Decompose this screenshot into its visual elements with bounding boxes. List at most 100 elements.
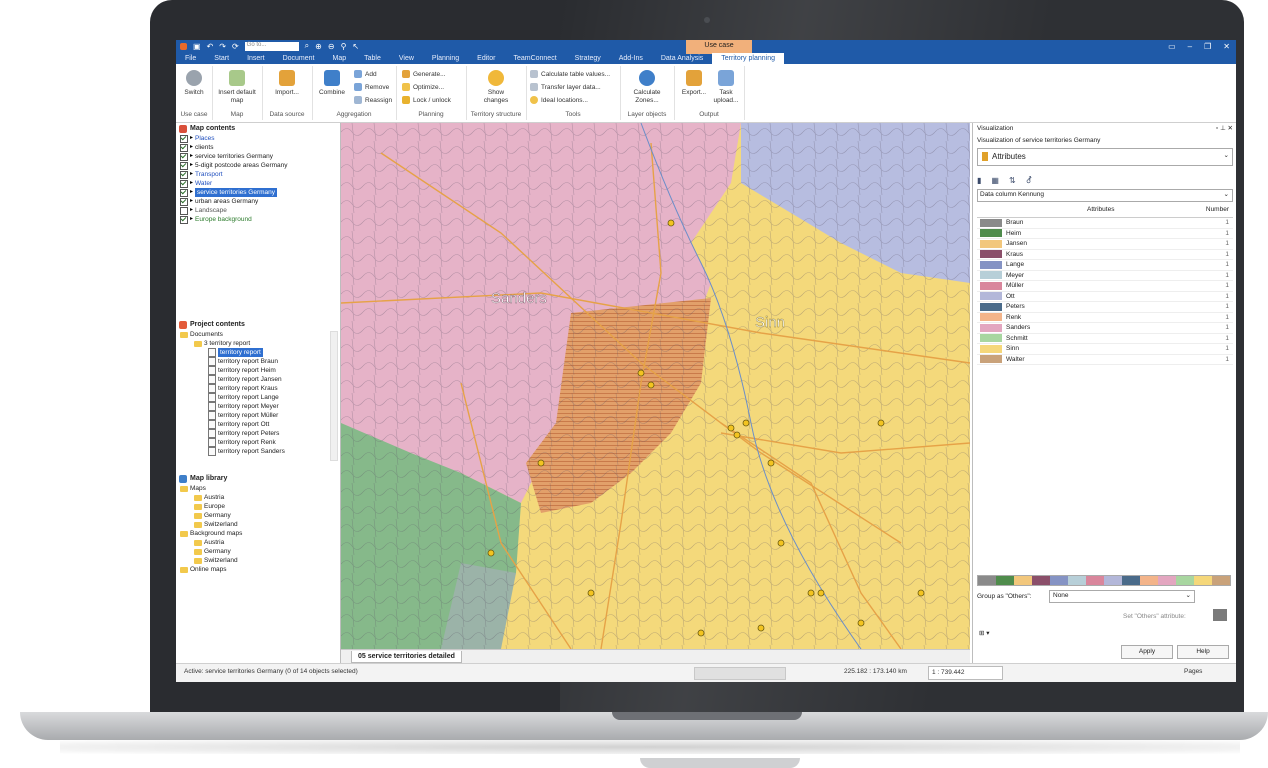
layer-checkbox[interactable] xyxy=(180,170,188,179)
library-tree-item[interactable]: Austria xyxy=(176,493,340,502)
expand-arrow-icon[interactable]: ▸ xyxy=(190,179,193,188)
legend-swatch[interactable] xyxy=(980,344,1002,353)
refresh-icon[interactable]: ⟳ xyxy=(232,42,239,51)
table-icon[interactable]: ▦ xyxy=(991,176,999,185)
tab-file[interactable]: File xyxy=(176,53,205,64)
project-tree-item[interactable]: territory report Peters xyxy=(176,429,340,438)
restore-icon[interactable]: ▭ xyxy=(1168,42,1176,51)
library-tree-item[interactable]: Online maps xyxy=(176,565,340,574)
legend-row[interactable]: Meyer 1 xyxy=(977,271,1233,281)
remove-button[interactable]: Remove xyxy=(354,83,389,91)
legend-swatch[interactable] xyxy=(980,239,1002,248)
tab-document[interactable]: Document xyxy=(274,53,324,64)
goto-input[interactable]: Go to... xyxy=(244,41,299,51)
project-tree-item[interactable]: territory report Meyer xyxy=(176,402,340,411)
layer-checkbox[interactable] xyxy=(180,152,188,161)
project-tree-item[interactable]: territory report Müller xyxy=(176,411,340,420)
layer-item[interactable]: ▸ urban areas Germany xyxy=(176,197,340,206)
legend-row[interactable]: Peters 1 xyxy=(977,302,1233,313)
zoom-out-icon[interactable]: ⊖ xyxy=(328,42,335,51)
layer-checkbox[interactable] xyxy=(180,197,188,206)
project-tree-item[interactable]: territory report Renk xyxy=(176,438,340,447)
legend-swatch[interactable] xyxy=(980,229,1002,238)
legend-swatch[interactable] xyxy=(980,355,1002,364)
tab-start[interactable]: Start xyxy=(205,53,238,64)
gender-icon[interactable]: ⚦ xyxy=(1026,176,1033,185)
status-pages[interactable]: Pages xyxy=(1184,668,1202,675)
tab-teamconnect[interactable]: TeamConnect xyxy=(504,53,565,64)
ideal-locations-button[interactable]: Ideal locations... xyxy=(530,96,588,104)
save-icon[interactable]: ▣ xyxy=(193,42,201,51)
bars-icon[interactable]: ▮ xyxy=(977,176,981,185)
calculate-zones-button[interactable]: Calculate Zones... xyxy=(627,68,667,105)
transfer-layer-data-button[interactable]: Transfer layer data... xyxy=(530,83,601,91)
expand-arrow-icon[interactable]: ▸ xyxy=(190,206,193,215)
legend-row[interactable]: Lange 1 xyxy=(977,260,1233,271)
layer-checkbox[interactable] xyxy=(180,188,188,197)
panel-close-icon[interactable]: ▫ ⊥ ✕ xyxy=(1216,123,1233,135)
legend-row[interactable]: Kraus 1 xyxy=(977,250,1233,260)
legend-row[interactable]: Braun 1 xyxy=(977,218,1233,229)
reassign-button[interactable]: Reassign xyxy=(354,96,392,104)
project-tree-item[interactable]: Documents xyxy=(176,330,340,339)
project-tree-item[interactable]: territory report Sanders xyxy=(176,447,340,456)
project-tree-item[interactable]: territory report Heim xyxy=(176,366,340,375)
undo-icon[interactable]: ↶ xyxy=(207,42,214,51)
tab-strategy[interactable]: Strategy xyxy=(566,53,610,64)
layer-checkbox[interactable] xyxy=(180,134,188,143)
apply-button[interactable]: Apply xyxy=(1121,645,1173,659)
map-canvas[interactable]: Sanders Sinn xyxy=(341,123,970,649)
close-icon[interactable]: ✕ xyxy=(1223,42,1230,51)
legend-row[interactable]: Renk 1 xyxy=(977,313,1233,323)
legend-swatch[interactable] xyxy=(980,313,1002,322)
project-tree-item[interactable]: 3 territory report xyxy=(176,339,340,348)
tab-table[interactable]: Table xyxy=(355,53,390,64)
library-tree-item[interactable]: Maps xyxy=(176,484,340,493)
legend-row[interactable]: Jansen 1 xyxy=(977,239,1233,250)
layer-item[interactable]: ▸ service territories Germany xyxy=(176,188,340,197)
library-tree-item[interactable]: Switzerland xyxy=(176,520,340,529)
tab-data-analysis[interactable]: Data Analysis xyxy=(652,53,712,64)
project-scrollbar[interactable] xyxy=(330,331,338,461)
layer-checkbox[interactable] xyxy=(180,206,188,215)
layer-item[interactable]: ▸ Europe background xyxy=(176,215,340,224)
legend-row[interactable]: Müller 1 xyxy=(977,281,1233,292)
project-tree-item[interactable]: territory report Ott xyxy=(176,420,340,429)
pin-icon[interactable]: ⚲ xyxy=(341,42,347,51)
color-palette-select[interactable] xyxy=(977,575,1231,586)
minimize-icon[interactable]: – xyxy=(1188,42,1192,51)
layer-item[interactable]: ▸ Places xyxy=(176,134,340,143)
redo-icon[interactable]: ↷ xyxy=(219,42,226,51)
library-tree-item[interactable]: Europe xyxy=(176,502,340,511)
expand-arrow-icon[interactable]: ▸ xyxy=(190,188,193,197)
maximize-icon[interactable]: ❐ xyxy=(1204,42,1211,51)
expand-arrow-icon[interactable]: ▸ xyxy=(190,161,193,170)
legend-row[interactable]: Schmitt 1 xyxy=(977,334,1233,344)
territory-map[interactable]: Sanders Sinn xyxy=(341,123,970,649)
library-tree-item[interactable]: Germany xyxy=(176,547,340,556)
layer-item[interactable]: ▸ Water xyxy=(176,179,340,188)
legend-swatch[interactable] xyxy=(980,271,1002,280)
project-tree-item[interactable]: territory report Braun xyxy=(176,357,340,366)
library-tree-item[interactable]: Switzerland xyxy=(176,556,340,565)
legend-options-icon[interactable]: ⊞ ▾ xyxy=(979,629,990,637)
legend-swatch[interactable] xyxy=(980,334,1002,343)
generate-button[interactable]: Generate... xyxy=(402,70,446,78)
project-tree-item[interactable]: territory report Lange xyxy=(176,393,340,402)
tab-editor[interactable]: Editor xyxy=(468,53,504,64)
legend-swatch[interactable] xyxy=(980,292,1002,301)
tab-planning[interactable]: Planning xyxy=(423,53,468,64)
zoom-in-icon[interactable]: ⊕ xyxy=(315,42,322,51)
combine-button[interactable]: Combine xyxy=(312,68,352,97)
legend-swatch[interactable] xyxy=(980,218,1002,227)
library-tree-item[interactable]: Background maps xyxy=(176,529,340,538)
tab-map[interactable]: Map xyxy=(324,53,356,64)
legend-swatch[interactable] xyxy=(980,323,1002,332)
tab-add-ins[interactable]: Add-Ins xyxy=(610,53,652,64)
layer-item[interactable]: ▸ service territories Germany xyxy=(176,152,340,161)
lock-unlock-button[interactable]: Lock / unlock xyxy=(402,96,451,104)
expand-arrow-icon[interactable]: ▸ xyxy=(190,215,193,224)
legend-swatch[interactable] xyxy=(980,302,1002,311)
expand-arrow-icon[interactable]: ▸ xyxy=(190,143,193,152)
data-column-select[interactable]: Data column Kennung ⌄ xyxy=(977,189,1233,202)
